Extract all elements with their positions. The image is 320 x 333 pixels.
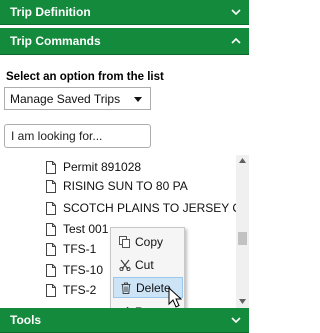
- chevron-down-icon: [231, 317, 241, 324]
- trip-name: Test 001: [63, 222, 109, 236]
- command-select-value: Manage Saved Trips: [10, 91, 121, 106]
- document-icon: [46, 160, 56, 174]
- list-item[interactable]: TFS-2: [46, 281, 96, 299]
- scroll-down-icon[interactable]: [239, 299, 246, 304]
- document-icon: [46, 283, 56, 297]
- command-select[interactable]: Manage Saved Trips: [4, 87, 151, 110]
- dropdown-caret-icon: [134, 97, 142, 102]
- document-icon: [46, 242, 56, 256]
- list-item[interactable]: TFS-1: [46, 240, 96, 258]
- trip-search-input[interactable]: I am looking for...: [4, 124, 151, 148]
- trip-name: RISING SUN TO 80 PA: [63, 179, 188, 193]
- list-item[interactable]: Permit 891028: [46, 158, 141, 176]
- cut-label: Cut: [135, 257, 154, 272]
- document-icon: [46, 179, 56, 193]
- trip-commands-header[interactable]: Trip Commands: [0, 28, 249, 55]
- mouse-cursor-icon: [168, 287, 182, 308]
- copy-icon: [119, 235, 130, 248]
- trip-name: TFS-1: [63, 242, 97, 256]
- list-item[interactable]: RISING SUN TO 80 PA: [46, 177, 188, 195]
- copy-label: Copy: [135, 234, 164, 249]
- scissors-icon: [119, 259, 131, 271]
- command-instruction: Select an option from the list: [6, 71, 164, 83]
- trip-name: TFS-10: [63, 263, 104, 277]
- trip-name: TFS-2: [63, 283, 97, 297]
- scroll-thumb[interactable]: [238, 232, 247, 245]
- trip-definition-title: Trip Definition: [10, 5, 91, 19]
- cut-menu-item[interactable]: Cut: [113, 254, 183, 275]
- document-icon: [46, 222, 56, 236]
- tools-header[interactable]: Tools: [0, 308, 249, 333]
- trip-search-value: I am looking for...: [11, 129, 103, 143]
- list-item[interactable]: Test 001: [46, 220, 108, 238]
- chevron-up-icon: [231, 37, 241, 44]
- list-item[interactable]: TFS-10: [46, 261, 103, 279]
- trip-commands-title: Trip Commands: [10, 34, 101, 48]
- list-item[interactable]: SCOTCH PLAINS TO JERSEY CITY: [46, 199, 249, 217]
- trip-definition-header[interactable]: Trip Definition: [0, 0, 249, 25]
- copy-menu-item[interactable]: Copy: [113, 231, 183, 252]
- trip-name: Permit 891028: [63, 160, 142, 174]
- chevron-down-icon: [231, 9, 241, 16]
- document-icon: [46, 263, 56, 277]
- list-scrollbar[interactable]: [236, 155, 249, 308]
- scroll-up-icon[interactable]: [239, 158, 246, 163]
- tools-title: Tools: [10, 313, 42, 327]
- trash-icon: [121, 282, 131, 294]
- document-icon: [46, 201, 56, 215]
- delete-label: Delete: [136, 280, 171, 295]
- trip-name: SCOTCH PLAINS TO JERSEY CITY: [63, 201, 249, 215]
